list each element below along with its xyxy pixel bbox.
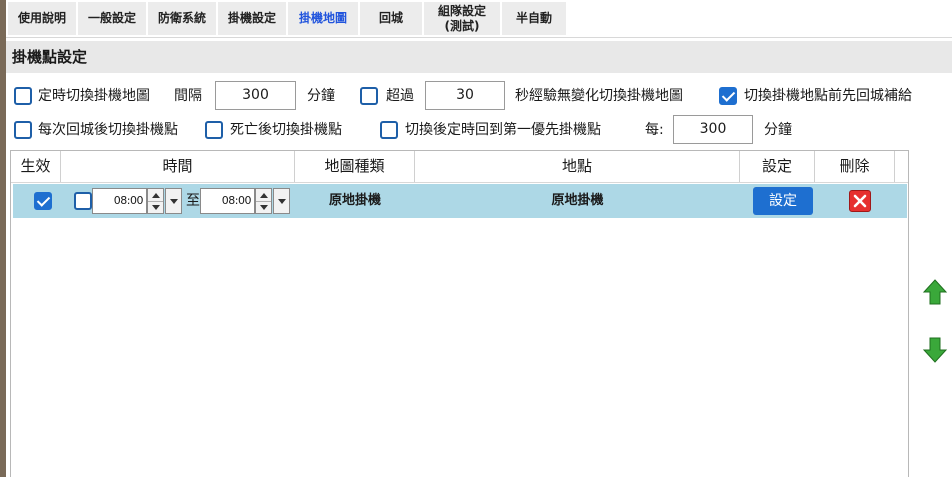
table-row[interactable]: 08:00 至 08:00 原地掛機 原地掛機 設定 bbox=[13, 184, 907, 218]
spin-down-icon[interactable] bbox=[256, 201, 271, 213]
interval-input[interactable]: 300 bbox=[215, 81, 296, 110]
header-settings: 設定 bbox=[740, 151, 815, 182]
move-down-button[interactable] bbox=[922, 336, 948, 364]
row-map-type: 原地掛機 bbox=[328, 193, 381, 208]
section-title: 掛機點設定 bbox=[6, 41, 952, 73]
header-divider bbox=[11, 182, 908, 183]
red-x-icon bbox=[853, 194, 867, 208]
row-time-checkbox[interactable] bbox=[74, 192, 92, 210]
move-up-button[interactable] bbox=[922, 278, 948, 306]
exceed-label: 超過 bbox=[386, 88, 414, 104]
end-time-dropdown-chevron-icon[interactable] bbox=[273, 188, 290, 214]
row-settings-button[interactable]: 設定 bbox=[753, 187, 813, 215]
header-delete: 刪除 bbox=[815, 151, 895, 182]
exceed-suffix-label: 秒經驗無變化切換掛機地圖 bbox=[515, 88, 683, 104]
tab-general-settings[interactable]: 一般設定 bbox=[78, 2, 146, 35]
row-location: 原地掛機 bbox=[551, 193, 604, 208]
every-unit: 分鐘 bbox=[764, 122, 792, 138]
green-up-arrow-icon bbox=[922, 279, 948, 305]
every-minutes-input[interactable]: 300 bbox=[673, 115, 753, 144]
tab-semi-auto[interactable]: 半自動 bbox=[502, 2, 566, 35]
return-before-switch-checkbox[interactable] bbox=[719, 87, 737, 105]
tab-return-town[interactable]: 回城 bbox=[360, 2, 422, 35]
tab-usage[interactable]: 使用說明 bbox=[8, 2, 76, 35]
interval-label: 間隔 bbox=[174, 88, 202, 104]
return-before-switch-label: 切換掛機地點前先回城補給 bbox=[744, 88, 912, 104]
afk-point-grid: 生效 時間 地圖種類 地點 設定 刪除 08:00 至 08:00 原地掛機 原… bbox=[10, 150, 909, 477]
row-enabled-checkbox[interactable] bbox=[34, 192, 52, 210]
back-to-first-label: 切換後定時回到第一優先掛機點 bbox=[405, 122, 601, 138]
exceed-checkbox[interactable] bbox=[360, 87, 378, 105]
header-time: 時間 bbox=[61, 151, 295, 182]
header-enabled: 生效 bbox=[11, 151, 61, 182]
start-time-dropdown-chevron-icon[interactable] bbox=[165, 188, 182, 214]
end-time-input[interactable]: 08:00 bbox=[200, 188, 255, 214]
spin-down-icon[interactable] bbox=[148, 201, 163, 213]
switch-after-death-checkbox[interactable] bbox=[205, 121, 223, 139]
end-time-spinner[interactable] bbox=[255, 188, 272, 214]
start-time-spinner[interactable] bbox=[147, 188, 164, 214]
switch-after-death-label: 死亡後切換掛機點 bbox=[230, 122, 342, 138]
switch-after-return-label: 每次回城後切換掛機點 bbox=[38, 122, 178, 138]
timed-switch-label: 定時切換掛機地圖 bbox=[38, 88, 150, 104]
exceed-seconds-input[interactable]: 30 bbox=[425, 81, 505, 110]
tab-defense-system[interactable]: 防衛系統 bbox=[148, 2, 216, 35]
interval-unit: 分鐘 bbox=[307, 88, 335, 104]
tab-party-settings[interactable]: 組隊設定 (測試) bbox=[424, 2, 500, 35]
tab-afk-map[interactable]: 掛機地圖 bbox=[288, 2, 358, 35]
switch-after-return-checkbox[interactable] bbox=[14, 121, 32, 139]
start-time-input[interactable]: 08:00 bbox=[92, 188, 147, 214]
header-location: 地點 bbox=[415, 151, 740, 182]
tab-afk-settings[interactable]: 掛機設定 bbox=[218, 2, 286, 35]
header-map-type: 地圖種類 bbox=[295, 151, 415, 182]
back-to-first-checkbox[interactable] bbox=[380, 121, 398, 139]
timed-switch-checkbox[interactable] bbox=[14, 87, 32, 105]
tab-bar: 使用說明 一般設定 防衛系統 掛機設定 掛機地圖 回城 組隊設定 (測試) 半自… bbox=[6, 0, 952, 38]
every-label: 每: bbox=[645, 122, 664, 138]
row-delete-button[interactable] bbox=[849, 190, 871, 212]
green-down-arrow-icon bbox=[922, 337, 948, 363]
